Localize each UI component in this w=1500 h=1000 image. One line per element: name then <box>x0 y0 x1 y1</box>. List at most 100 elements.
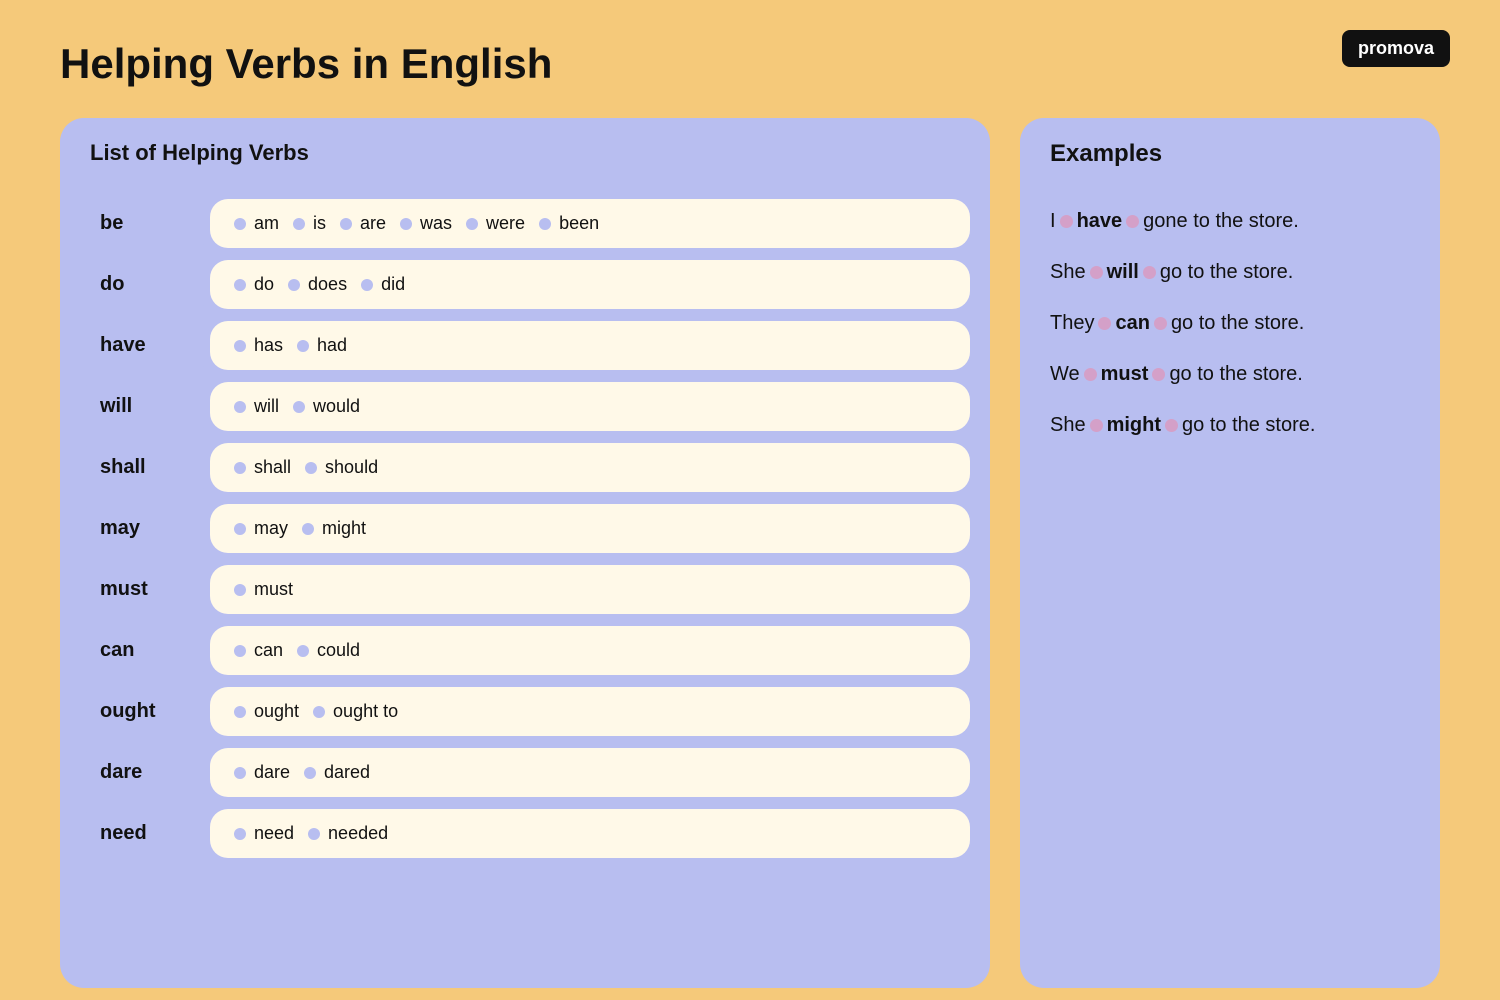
verb-row: ought ought ought to <box>80 686 970 737</box>
bullet-dot <box>234 706 246 718</box>
form-word: ought <box>254 701 299 722</box>
example-sentence: She might go to the store. <box>1050 414 1410 437</box>
form-word: would <box>313 396 360 417</box>
verb-label: will <box>80 381 210 432</box>
page-title: Helping Verbs in English <box>0 0 1500 118</box>
bullet-dot <box>400 218 412 230</box>
bullet-dot <box>293 401 305 413</box>
example-verb: have <box>1077 210 1123 233</box>
form-word: did <box>381 274 405 295</box>
example-after: gone to the store. <box>1143 210 1299 233</box>
example-verb: will <box>1107 261 1139 284</box>
verb-rows: beamisarewaswerebeendododoesdidhavehasha… <box>60 188 990 879</box>
example-before: She <box>1050 261 1086 284</box>
example-dot-left <box>1060 215 1073 228</box>
example-sentence: She will go to the store. <box>1050 261 1410 284</box>
example-dot-right <box>1143 266 1156 279</box>
form-word: dared <box>324 762 370 783</box>
example-after: go to the store. <box>1182 414 1315 437</box>
bullet-dot <box>302 523 314 535</box>
example-before: We <box>1050 363 1080 386</box>
bullet-dot <box>340 218 352 230</box>
example-dot-right <box>1152 368 1165 381</box>
bullet-dot <box>297 340 309 352</box>
example-sentence: I have gone to the store. <box>1050 210 1410 233</box>
verb-forms: dare dared <box>210 748 970 797</box>
example-before: She <box>1050 414 1086 437</box>
left-panel-header: List of Helping Verbs <box>60 118 990 188</box>
bullet-dot <box>234 340 246 352</box>
bullet-dot <box>313 706 325 718</box>
bullet-dot <box>234 462 246 474</box>
example-dot-left <box>1090 419 1103 432</box>
brand-logo: promova <box>1342 30 1450 67</box>
verb-forms: will would <box>210 382 970 431</box>
form-word: can <box>254 640 283 661</box>
form-word: ought to <box>333 701 398 722</box>
bullet-dot <box>308 828 320 840</box>
verb-row: will will would <box>80 381 970 432</box>
verb-label: have <box>80 320 210 371</box>
bullet-dot <box>466 218 478 230</box>
left-panel: List of Helping Verbs beamisarewaswerebe… <box>60 118 990 988</box>
form-word: are <box>360 213 386 234</box>
examples-list: I have gone to the store. She will go to … <box>1020 190 1440 457</box>
verb-forms: needneeded <box>210 809 970 858</box>
example-verb: can <box>1115 312 1149 335</box>
verb-row: havehashad <box>80 320 970 371</box>
right-panel: Examples I have gone to the store. She wi… <box>1020 118 1440 988</box>
form-word: do <box>254 274 274 295</box>
form-word: am <box>254 213 279 234</box>
verb-forms: maymight <box>210 504 970 553</box>
bullet-dot <box>234 584 246 596</box>
example-after: go to the store. <box>1160 261 1293 284</box>
verb-forms: shall should <box>210 443 970 492</box>
example-after: go to the store. <box>1171 312 1304 335</box>
example-dot-left <box>1090 266 1103 279</box>
form-word: was <box>420 213 452 234</box>
form-word: does <box>308 274 347 295</box>
verb-row: needneedneeded <box>80 808 970 859</box>
form-word: were <box>486 213 525 234</box>
form-word: needed <box>328 823 388 844</box>
verb-label: can <box>80 625 210 676</box>
bullet-dot <box>304 767 316 779</box>
verb-label: must <box>80 564 210 615</box>
verb-label: do <box>80 259 210 310</box>
form-word: should <box>325 457 378 478</box>
example-dot-left <box>1084 368 1097 381</box>
example-verb: must <box>1101 363 1149 386</box>
form-word: dare <box>254 762 290 783</box>
form-word: could <box>317 640 360 661</box>
bullet-dot <box>234 645 246 657</box>
verb-row: do do does did <box>80 259 970 310</box>
verb-label: be <box>80 198 210 249</box>
bullet-dot <box>234 401 246 413</box>
form-word: been <box>559 213 599 234</box>
verb-row: beamisarewaswerebeen <box>80 198 970 249</box>
example-before: They <box>1050 312 1094 335</box>
example-dot-left <box>1098 317 1111 330</box>
verb-forms: hashad <box>210 321 970 370</box>
verb-forms: ought ought to <box>210 687 970 736</box>
verb-row: maymaymight <box>80 503 970 554</box>
form-word: shall <box>254 457 291 478</box>
bullet-dot <box>234 523 246 535</box>
form-word: will <box>254 396 279 417</box>
example-dot-right <box>1154 317 1167 330</box>
example-verb: might <box>1107 414 1161 437</box>
verb-label: ought <box>80 686 210 737</box>
right-panel-header: Examples <box>1020 118 1440 190</box>
form-word: has <box>254 335 283 356</box>
bullet-dot <box>288 279 300 291</box>
form-word: might <box>322 518 366 539</box>
verb-row: dare dare dared <box>80 747 970 798</box>
verb-forms: do does did <box>210 260 970 309</box>
bullet-dot <box>234 767 246 779</box>
bullet-dot <box>234 279 246 291</box>
bullet-dot <box>297 645 309 657</box>
example-after: go to the store. <box>1169 363 1302 386</box>
form-word: must <box>254 579 293 600</box>
example-sentence: They can go to the store. <box>1050 312 1410 335</box>
verb-label: dare <box>80 747 210 798</box>
